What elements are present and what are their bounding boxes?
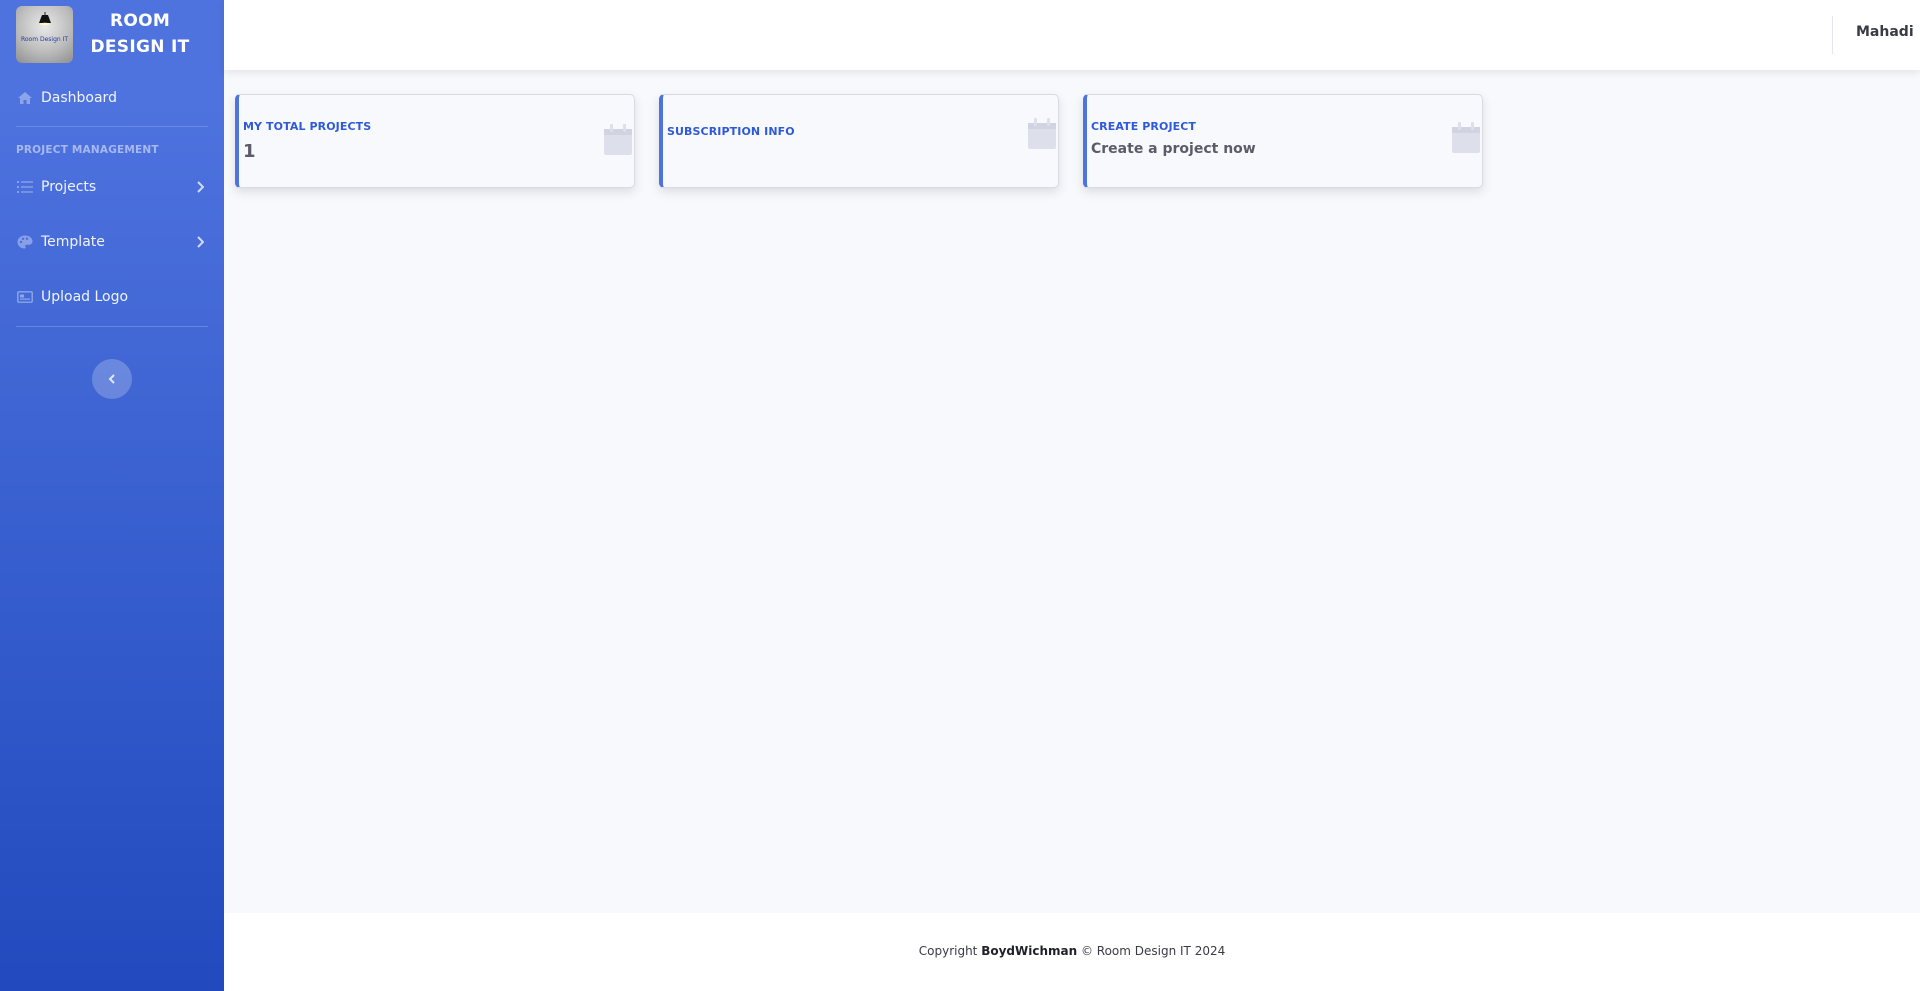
brand-logo: Room Design IT — [16, 6, 73, 63]
sidebar-divider — [16, 326, 208, 327]
brand-title: ROOM DESIGN IT — [90, 11, 190, 57]
calendar-icon — [1028, 118, 1056, 149]
footer: Copyright BoydWichman © Room Design IT 2… — [224, 913, 1920, 991]
palette-icon — [17, 235, 33, 249]
topbar — [224, 0, 1920, 70]
sidebar-item-label: Dashboard — [41, 90, 117, 106]
sidebar-item-label: Template — [41, 234, 105, 250]
sidebar-item-dashboard[interactable]: Dashboard — [0, 78, 224, 118]
card-subscription-info: SUBSCRIPTION INFO — [659, 94, 1059, 188]
chevron-right-icon — [197, 181, 204, 193]
sidebar-item-label: Projects — [41, 179, 97, 195]
sidebar-divider — [16, 126, 208, 127]
footer-owner: BoydWichman — [981, 944, 1078, 958]
sidebar-item-label: Upload Logo — [41, 289, 129, 305]
sidebar-item-upload-logo[interactable]: Upload Logo — [0, 277, 224, 317]
card-total-projects: MY TOTAL PROJECTS 1 — [235, 94, 635, 188]
calendar-icon — [1452, 122, 1480, 153]
card-title: SUBSCRIPTION INFO — [667, 125, 795, 138]
sidebar-brand[interactable]: Room Design IT ROOM DESIGN IT — [0, 0, 224, 70]
sidebar-toggle-button[interactable] — [92, 359, 132, 399]
footer-prefix: Copyright — [918, 944, 982, 958]
sidebar-item-template[interactable]: Template — [0, 222, 224, 262]
lamp-icon — [39, 12, 51, 26]
calendar-icon — [604, 124, 632, 155]
brand-logo-text: Room Design IT — [20, 36, 69, 43]
card-title: MY TOTAL PROJECTS — [243, 120, 372, 133]
home-icon — [17, 91, 33, 105]
topbar-divider — [1832, 16, 1833, 54]
card-title: CREATE PROJECT — [1091, 120, 1197, 133]
image-icon — [17, 290, 33, 304]
create-project-link[interactable]: Create a project now — [1091, 141, 1256, 157]
user-menu[interactable]: Mahadi — [1856, 24, 1914, 40]
list-icon — [17, 180, 33, 194]
chevron-right-icon — [197, 236, 204, 248]
sidebar-heading: PROJECT MANAGEMENT — [16, 144, 159, 156]
chevron-left-icon — [108, 374, 115, 384]
sidebar: Room Design IT ROOM DESIGN IT Dashboard … — [0, 0, 224, 991]
card-value: 1 — [243, 141, 256, 162]
footer-suffix: © Room Design IT 2024 — [1077, 944, 1226, 958]
card-create-project[interactable]: CREATE PROJECT Create a project now — [1083, 94, 1483, 188]
sidebar-item-projects[interactable]: Projects — [0, 167, 224, 207]
